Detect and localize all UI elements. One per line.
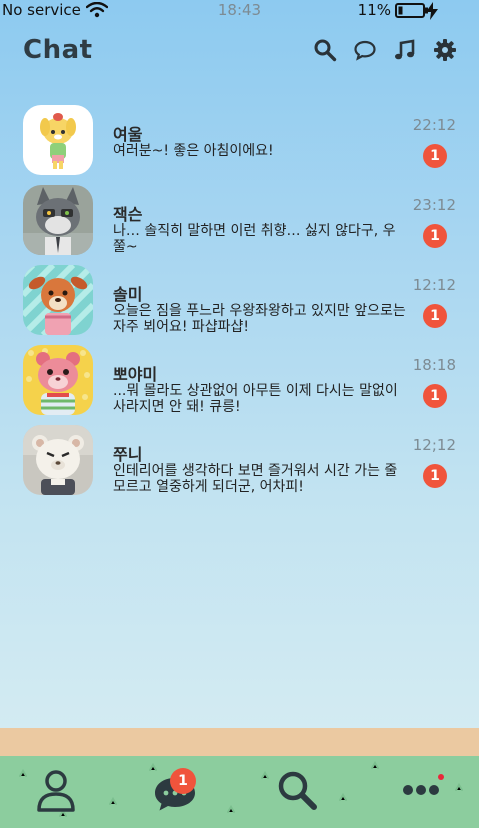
chat-list-item[interactable]: 여울 여러분~! 좋은 아침이에요! 22:12 1 [0,105,479,185]
battery-icon [395,3,428,18]
chat-contact-name: 뽀야미 [113,365,158,384]
unread-badge: 1 [423,224,447,248]
chat-list-item[interactable]: 솔미 오늘은 짐을 푸느라 우왕좌왕하고 있지만 앞으로는 자주 뵈어요! 파샵… [0,265,479,345]
search-icon[interactable] [273,768,323,813]
sand-strip [0,728,479,758]
chat-last-message: ...뭐 몰라도 상관없어 아무튼 이제 다시는 말없이 사라지면 안 돼! 큐… [113,383,398,415]
chat-list-item[interactable]: 뽀야미 ...뭐 몰라도 상관없어 아무튼 이제 다시는 말없이 사라지면 안 … [0,345,479,425]
chat-contact-name: 솔미 [113,285,143,304]
chat-nav-badge: 1 [170,768,196,794]
raymond-avatar [23,185,93,255]
chat-time: 23:12 [412,196,456,214]
chat-last-message: 오늘은 짐을 푸느라 우왕좌왕하고 있지만 앞으로는 자주 뵈어요! 파샵파샵! [113,303,406,335]
isabelle-avatar [23,105,93,175]
search-icon[interactable] [313,38,337,62]
deer-avatar [23,265,93,335]
hamster-avatar [23,345,93,415]
page-title: Chat [23,35,93,65]
unread-badge: 1 [423,304,447,328]
chat-last-message: 나… 솔직히 말하면 이런 취향… 싫지 않다구, 우쭐~ [113,223,396,255]
chat-time: 12;12 [412,436,456,454]
chat-last-message: 인테리어를 생각하다 보면 즐거워서 시간 가는 줄 모르고 열중하게 되더군,… [113,463,398,495]
chat-list-item[interactable]: 쭈니 인테리어를 생각하다 보면 즐거워서 시간 가는 줄 모르고 열중하게 되… [0,425,479,505]
unread-badge: 1 [423,384,447,408]
chat-screen: No service 18:43 11% Chat 여울 여러분~! 좋은 아침… [0,0,479,828]
chat-time: 18:18 [412,356,456,374]
profile-icon[interactable] [31,768,81,813]
unread-badge: 1 [423,464,447,488]
unread-badge: 1 [423,144,447,168]
charging-bolt-icon [426,2,438,20]
chat-last-message: 여러분~! 좋은 아침이에요! [113,143,274,159]
notification-dot [438,774,444,780]
chat-contact-name: 잭슨 [113,205,143,224]
chat-list-item[interactable]: 잭슨 나… 솔직히 말하면 이런 취향… 싫지 않다구, 우쭐~ 23:12 1 [0,185,479,265]
chat-bubble-icon[interactable] [353,38,377,62]
chat-time: 12:12 [412,276,456,294]
battery-percent: 11% [357,1,391,19]
music-note-icon[interactable] [393,38,417,62]
marshal-avatar [23,425,93,495]
status-bar: No service 18:43 11% [0,0,479,22]
chat-time: 22:12 [412,116,456,134]
gear-icon[interactable] [433,38,457,62]
chat-contact-name: 여울 [113,125,143,144]
chat-contact-name: 쭈니 [113,445,143,464]
